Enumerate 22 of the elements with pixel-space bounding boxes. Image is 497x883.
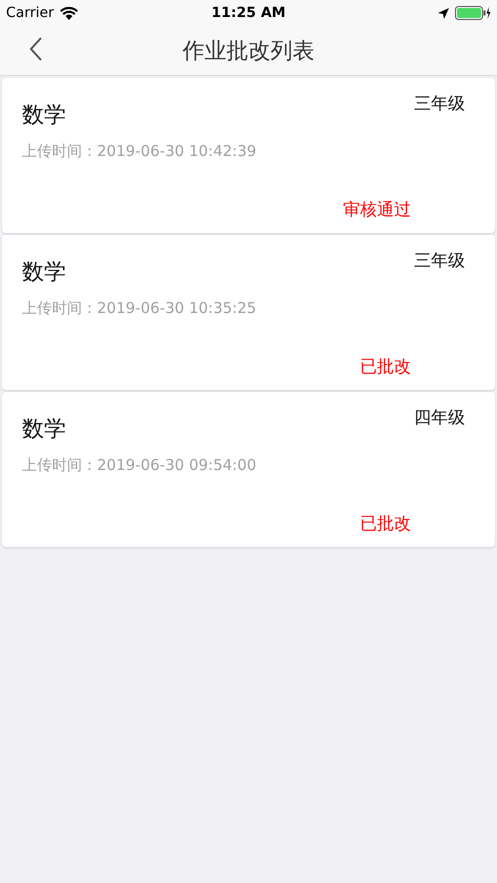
location-icon (438, 8, 449, 18)
review-status: 已批改 (360, 356, 411, 378)
grade-label: 三年级 (414, 93, 465, 115)
homework-card[interactable]: 数学 三年级 上传时间：2019-06-30 10:42:39 审核通过 (2, 78, 495, 233)
page-title: 作业批改列表 (182, 38, 314, 66)
subject-label: 数学 (22, 102, 66, 130)
grade-label: 三年级 (414, 250, 465, 272)
upload-time: 上传时间：2019-06-30 10:42:39 (22, 142, 258, 161)
back-icon (29, 36, 43, 62)
subject-label: 数学 (22, 416, 66, 444)
battery-icon (455, 6, 491, 20)
upload-time: 上传时间：2019-06-30 10:35:25 (22, 299, 258, 318)
carrier-name: Carrier (6, 5, 54, 21)
grade-label: 四年级 (414, 407, 465, 429)
wifi-icon (60, 6, 78, 20)
subject-label: 数学 (22, 259, 66, 287)
homework-card[interactable]: 数学 四年级 上传时间：2019-06-30 09:54:00 已批改 (2, 392, 495, 547)
review-status: 审核通过 (343, 199, 411, 221)
status-time: 11:25 AM (211, 5, 286, 21)
upload-time: 上传时间：2019-06-30 09:54:00 (22, 456, 258, 475)
review-status: 已批改 (360, 513, 411, 535)
homework-card[interactable]: 数学 三年级 上传时间：2019-06-30 10:35:25 已批改 (2, 235, 495, 390)
